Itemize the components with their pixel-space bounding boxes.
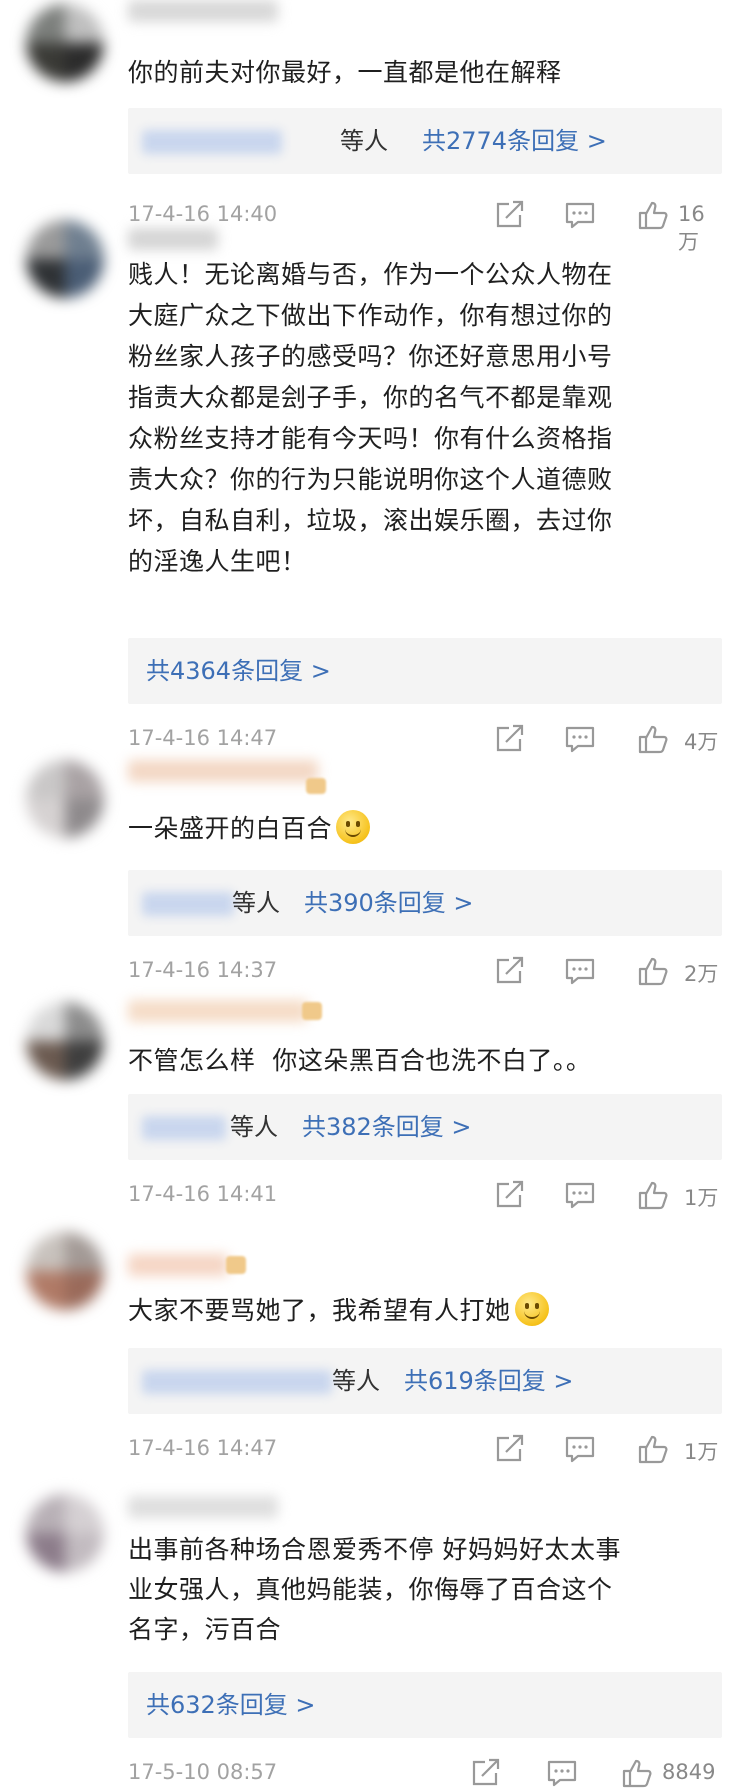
like-count: 2万 <box>684 962 719 986</box>
reply-count-link[interactable]: 共619条回复 > <box>404 1366 574 1396</box>
reply-users-suffix: 等人 <box>332 1367 380 1395</box>
share-icon[interactable] <box>470 1758 502 1788</box>
username[interactable] <box>128 760 318 782</box>
username[interactable] <box>128 228 218 250</box>
avatar[interactable] <box>26 1002 104 1080</box>
comment-icon[interactable] <box>564 956 596 986</box>
like-count: 1万 <box>684 1440 719 1464</box>
comment-icon[interactable] <box>564 200 596 230</box>
avatar[interactable] <box>26 1232 104 1310</box>
thumbs-up-icon[interactable] <box>638 1180 670 1210</box>
comment-meta: 17-5-10 08:57 8849 <box>128 1756 722 1792</box>
comment-icon[interactable] <box>564 1434 596 1464</box>
share-icon[interactable] <box>494 724 526 754</box>
timestamp: 17-4-16 14:41 <box>128 1182 278 1206</box>
comment-text: 出事前各种场合恩爱秀不停 好妈妈好太太事 业女强人，真他妈能装，你侮辱了百合这个… <box>128 1535 621 1644</box>
crown-badge-icon <box>302 1002 322 1020</box>
reply-summary[interactable]: 等人 共2774条回复 > <box>128 108 722 174</box>
thumbs-up-icon[interactable] <box>638 956 670 986</box>
comment-text-content: 一朵盛开的白百合 <box>128 814 333 843</box>
comment-icon[interactable] <box>564 724 596 754</box>
comment-text: 大家不要骂她了，我希望有人打她 <box>128 1290 720 1332</box>
reply-count-link[interactable]: 共4364条回复 > <box>146 656 331 686</box>
username[interactable] <box>128 1000 308 1022</box>
reply-summary[interactable]: 共632条回复 > <box>128 1672 722 1738</box>
timestamp: 17-5-10 08:57 <box>128 1760 278 1784</box>
like-count: 4万 <box>684 730 719 754</box>
like-count: 1万 <box>684 1186 719 1210</box>
comment-text-content: 大家不要骂她了，我希望有人打她 <box>128 1296 511 1325</box>
reply-users-suffix: 等人 <box>230 1113 278 1141</box>
username[interactable] <box>128 0 278 22</box>
username[interactable] <box>128 1496 278 1518</box>
share-icon[interactable] <box>494 956 526 986</box>
comment-icon[interactable] <box>546 1758 578 1788</box>
smile-emoji-icon <box>336 810 371 844</box>
timestamp: 17-4-16 14:47 <box>128 726 278 750</box>
comment-icon[interactable] <box>564 1180 596 1210</box>
comment-meta: 17-4-16 14:47 4万 <box>128 722 722 758</box>
reply-users-suffix: 等人 <box>232 889 280 917</box>
comment-meta: 17-4-16 14:47 1万 <box>128 1432 722 1468</box>
avatar[interactable] <box>26 220 104 298</box>
reply-users-suffix: 等人 <box>340 127 388 155</box>
avatar[interactable] <box>26 760 104 838</box>
comment-text: 不管怎么样 你这朵黑百合也洗不白了。。 <box>128 1046 592 1075</box>
crown-badge-icon <box>306 778 326 794</box>
avatar[interactable] <box>26 1494 104 1572</box>
reply-count-link[interactable]: 共390条回复 > <box>304 888 474 918</box>
timestamp: 17-4-16 14:40 <box>128 202 278 226</box>
timestamp: 17-4-16 14:47 <box>128 1436 278 1460</box>
reply-summary[interactable]: 等人 共382条回复 > <box>128 1094 722 1160</box>
share-icon[interactable] <box>494 1434 526 1464</box>
comment-meta: 17-4-16 14:37 2万 <box>128 954 722 990</box>
comment-text: 贱人！无论离婚与否，作为一个公众人物在 大庭广众之下做出下作动作，你有想过你的 … <box>128 260 613 576</box>
reply-count-link[interactable]: 共382条回复 > <box>302 1112 472 1142</box>
comment-meta: 17-4-16 14:41 1万 <box>128 1178 722 1214</box>
crown-badge-icon <box>226 1256 246 1274</box>
reply-summary[interactable]: 共4364条回复 > <box>128 638 722 704</box>
avatar[interactable] <box>26 4 104 82</box>
reply-count-link[interactable]: 共2774条回复 > <box>422 126 607 156</box>
timestamp: 17-4-16 14:37 <box>128 958 278 982</box>
reply-summary[interactable]: 等人 共390条回复 > <box>128 870 722 936</box>
like-count: 8849 <box>662 1760 716 1784</box>
thumbs-up-icon[interactable] <box>638 724 670 754</box>
reply-summary[interactable]: 等人 共619条回复 > <box>128 1348 722 1414</box>
comment-text: 一朵盛开的白百合 <box>128 808 720 850</box>
thumbs-up-icon[interactable] <box>622 1758 654 1788</box>
smile-emoji-icon <box>514 1292 549 1326</box>
thumbs-up-icon[interactable] <box>638 200 670 230</box>
comment-text: 你的前夫对你最好，一直都是他在解释 <box>128 58 562 87</box>
share-icon[interactable] <box>494 1180 526 1210</box>
like-count: 16万 <box>678 202 705 254</box>
share-icon[interactable] <box>494 200 526 230</box>
thumbs-up-icon[interactable] <box>638 1434 670 1464</box>
username[interactable] <box>128 1254 228 1276</box>
reply-count-link[interactable]: 共632条回复 > <box>146 1690 316 1720</box>
